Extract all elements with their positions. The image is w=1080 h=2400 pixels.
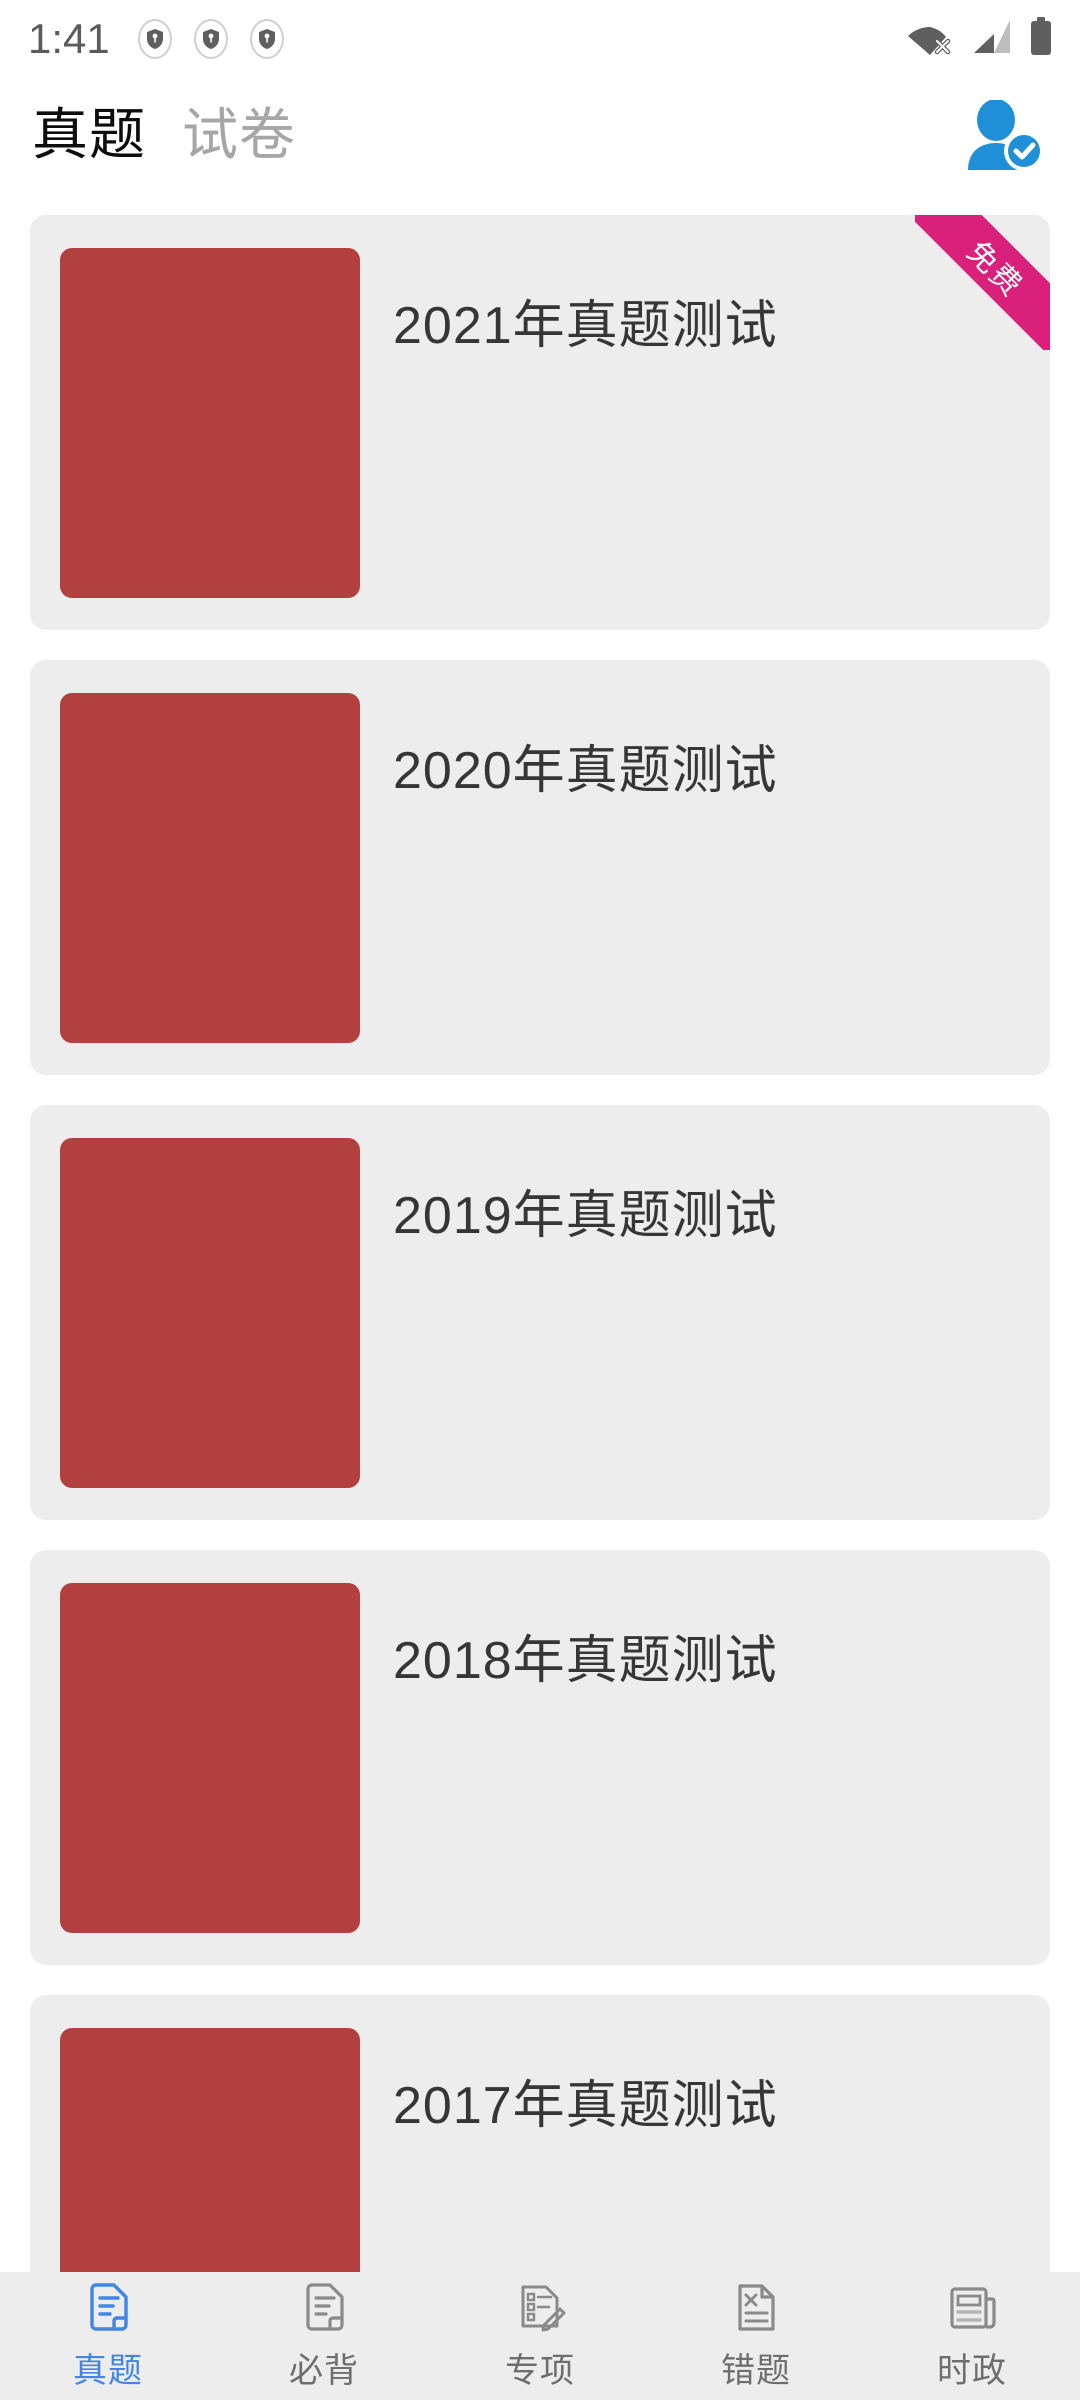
exam-card[interactable]: 2021年真题测试 免费 [30, 215, 1050, 630]
nav-label-zhenti: 真题 [73, 2351, 143, 2390]
exam-card[interactable]: 2019年真题测试 [30, 1105, 1050, 1520]
free-ribbon: 免费 [915, 215, 1050, 350]
exam-title: 2019年真题测试 [393, 1187, 778, 1245]
exam-thumbnail [60, 2027, 360, 2272]
profile-button[interactable] [962, 78, 1080, 179]
exam-thumbnail [60, 1582, 360, 1933]
nav-label-shizheng: 时政 [937, 2351, 1007, 2390]
nav-label-zhuanxiang: 专项 [505, 2351, 575, 2390]
wifi-off-icon [906, 17, 954, 62]
exam-thumbnail [60, 247, 360, 598]
free-ribbon-label: 免费 [960, 235, 1029, 304]
status-notification-icons [137, 19, 284, 59]
nav-item-zhenti[interactable]: 真题 [0, 2272, 216, 2400]
status-bar: 1:41 [0, 0, 1080, 78]
exam-title: 2018年真题测试 [393, 1632, 778, 1690]
exam-title: 2020年真题测试 [393, 742, 778, 800]
exam-title: 2021年真题测试 [393, 297, 778, 355]
tab-zhenti-label: 真题 [32, 103, 146, 166]
exam-thumbnail [60, 692, 360, 1043]
bottom-navigation: 真题 必背 专项 错题 时政 [0, 2272, 1080, 2400]
tab-bar: 真题 试卷 [0, 78, 332, 165]
exam-card[interactable]: 2020年真题测试 [30, 660, 1050, 1075]
shield-badge-icon [193, 19, 228, 59]
checklist-pencil-icon [512, 2281, 568, 2337]
status-bar-right [906, 16, 1080, 62]
battery-full-icon [1028, 16, 1054, 62]
document-lines-icon [80, 2281, 136, 2337]
nav-label-bibei: 必背 [289, 2351, 359, 2390]
cellular-signal-icon [970, 18, 1012, 61]
nav-item-shizheng[interactable]: 时政 [864, 2272, 1080, 2400]
tab-shijuan-label: 试卷 [182, 103, 296, 166]
nav-item-zhuanxiang[interactable]: 专项 [432, 2272, 648, 2400]
exam-thumbnail [60, 1137, 360, 1488]
shield-badge-icon [137, 19, 172, 59]
nav-label-cuoti: 错题 [721, 2351, 791, 2390]
nav-item-cuoti[interactable]: 错题 [648, 2272, 864, 2400]
nav-item-bibei[interactable]: 必背 [216, 2272, 432, 2400]
exam-card-list[interactable]: 2021年真题测试 免费 2020年真题测试 2019年真题测试 2018年真题… [0, 215, 1080, 2272]
tab-shijuan[interactable]: 试卷 [182, 103, 310, 166]
status-clock: 1:41 [28, 15, 110, 62]
exam-title: 2017年真题测试 [393, 2077, 778, 2135]
shield-badge-icon [249, 19, 284, 59]
status-bar-left: 1:41 [0, 15, 284, 63]
user-verified-icon [962, 99, 1046, 179]
exam-card[interactable]: 2017年真题测试 [30, 1995, 1050, 2272]
exam-card[interactable]: 2018年真题测试 [30, 1550, 1050, 1965]
tab-header: 真题 试卷 [0, 78, 1080, 244]
tab-zhenti[interactable]: 真题 [32, 103, 160, 166]
document-x-icon [728, 2281, 784, 2337]
newspaper-icon [944, 2281, 1000, 2337]
document-lines-icon [296, 2281, 352, 2337]
